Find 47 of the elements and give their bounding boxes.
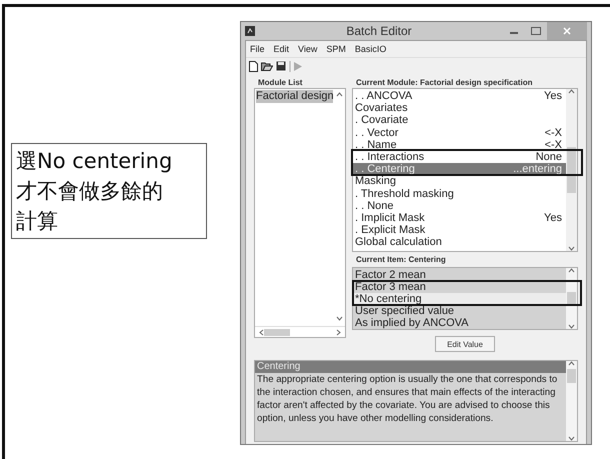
- menu-item[interactable]: BasicIO: [354, 44, 386, 54]
- module-setting-row[interactable]: Global calculation: [353, 236, 566, 249]
- menu-item[interactable]: SPM: [326, 44, 346, 54]
- panel-label: Current Module: Factorial design specification: [355, 78, 534, 88]
- module-item[interactable]: Factorial design: [256, 90, 333, 103]
- help-text: The appropriate centering option is usually the one that corresponds to the interaction chosen, and ensures that main effects of the interacting factor aren't affected by the covariate. You are advised to choose this option, unless you have other modelling considerations.: [256, 373, 558, 425]
- new-file-icon[interactable]: [249, 60, 258, 72]
- scroll-down-icon[interactable]: [568, 246, 575, 251]
- panel-label: Current Item: Centering: [355, 255, 447, 265]
- module-setting-row[interactable]: . . None: [353, 200, 566, 212]
- callout-text: 計算: [16, 208, 59, 235]
- module-setting-row[interactable]: . . Centering ...entering: [353, 163, 566, 176]
- callout-text: 才不會做多餘的: [16, 178, 164, 205]
- module-setting-row[interactable]: . . Name <-X: [353, 138, 566, 152]
- folder-icon[interactable]: [261, 61, 273, 71]
- module-setting-row[interactable]: Covariates: [353, 102, 566, 114]
- option-item[interactable]: *No centering: [353, 293, 566, 305]
- module-setting-row[interactable]: . . Vector <-X: [353, 126, 566, 139]
- scroll-left-icon[interactable]: [259, 328, 264, 336]
- option-item[interactable]: Factor 2 mean: [353, 269, 566, 281]
- scroll-up-icon[interactable]: [568, 89, 575, 94]
- help-title: Centering: [255, 361, 566, 373]
- scroll-right-icon[interactable]: [336, 328, 341, 336]
- scroll-down-icon[interactable]: [568, 436, 575, 441]
- module-setting-row[interactable]: . Threshold masking: [353, 188, 566, 200]
- module-setting-row[interactable]: . Covariate: [353, 114, 566, 127]
- window-title: Batch Editor: [345, 24, 413, 38]
- module-setting-row[interactable]: . Explicit Mask: [353, 224, 566, 236]
- scroll-up-icon[interactable]: [336, 92, 343, 97]
- scroll-down-icon[interactable]: [336, 316, 343, 321]
- scroll-up-icon[interactable]: [568, 361, 575, 366]
- module-setting-row[interactable]: . . Interactions None: [353, 151, 566, 164]
- menu-item[interactable]: View: [298, 44, 318, 54]
- menu-item[interactable]: Edit: [274, 44, 290, 54]
- scroll-down-icon[interactable]: [568, 324, 575, 329]
- panel-label: Module List: [257, 78, 304, 88]
- scroll-up-icon[interactable]: [568, 268, 575, 273]
- option-item[interactable]: As implied by ANCOVA: [353, 317, 566, 329]
- menu-item[interactable]: File: [250, 44, 265, 54]
- callout-text: 選No centering: [16, 148, 174, 175]
- module-setting-row[interactable]: . . ANCOVA Yes: [353, 90, 566, 102]
- save-icon[interactable]: [276, 61, 286, 71]
- edit-value-button[interactable]: Edit Value: [435, 336, 495, 352]
- option-item[interactable]: User specified value: [353, 305, 566, 317]
- module-setting-row[interactable]: . Implicit Mask Yes: [353, 212, 566, 224]
- option-item[interactable]: Factor 3 mean: [353, 281, 566, 293]
- module-setting-row[interactable]: Masking: [353, 175, 566, 188]
